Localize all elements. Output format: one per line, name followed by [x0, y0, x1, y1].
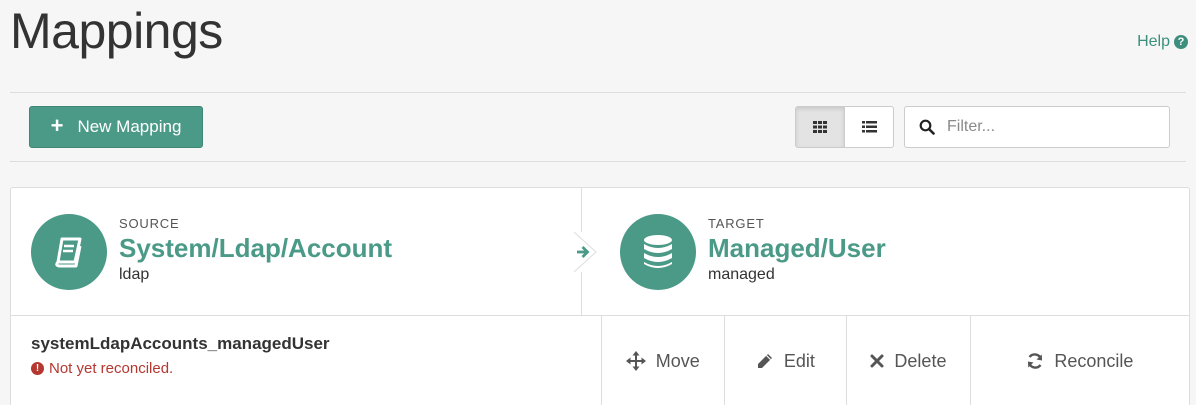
- plus-icon: +: [50, 113, 64, 138]
- move-button[interactable]: Move: [601, 316, 724, 405]
- pencil-icon: [757, 354, 772, 368]
- filter-box: [904, 106, 1170, 148]
- target-icon-circle: [620, 214, 696, 290]
- book-icon: [55, 237, 82, 268]
- new-mapping-label: New Mapping: [77, 117, 182, 136]
- arrows-icon: [625, 351, 646, 371]
- target-label: TARGET: [708, 216, 765, 231]
- edit-label: Edit: [783, 350, 815, 371]
- new-mapping-button[interactable]: + New Mapping: [29, 106, 203, 148]
- reconcile-button[interactable]: Reconcile: [969, 316, 1189, 405]
- mapping-card: SOURCE System/Ldap/Account ldap TARGET M…: [10, 187, 1190, 405]
- target-connector: managed: [708, 266, 775, 283]
- times-icon: [870, 354, 884, 368]
- search-icon: [919, 119, 935, 135]
- move-label: Move: [655, 350, 700, 371]
- divider-top: [10, 92, 1186, 93]
- reconcile-label: Reconcile: [1054, 350, 1134, 371]
- source-pane[interactable]: SOURCE System/Ldap/Account ldap: [11, 188, 582, 316]
- target-pane[interactable]: TARGET Managed/User managed: [582, 188, 1189, 316]
- mapping-info: systemLdapAccounts_managedUser ! Not yet…: [31, 334, 330, 377]
- exclamation-circle-icon: !: [31, 362, 44, 375]
- grid-icon: [813, 121, 827, 133]
- list-icon: [861, 121, 877, 133]
- help-link[interactable]: Help ?: [1137, 33, 1188, 51]
- list-view-button[interactable]: [845, 107, 893, 147]
- mapping-status-text: Not yet reconciled.: [49, 360, 174, 377]
- grid-view-button[interactable]: [796, 107, 845, 147]
- view-toggle-group: [795, 106, 894, 148]
- delete-button[interactable]: Delete: [846, 316, 970, 405]
- edit-button[interactable]: Edit: [723, 316, 847, 405]
- divider-mid: [10, 161, 1186, 162]
- refresh-icon: [1028, 353, 1043, 369]
- source-icon-circle: [31, 214, 107, 290]
- mapping-name: systemLdapAccounts_managedUser: [31, 334, 330, 353]
- database-icon: [644, 235, 672, 268]
- filter-input[interactable]: [947, 118, 1147, 136]
- question-circle-icon: ?: [1174, 35, 1188, 49]
- help-label: Help: [1137, 33, 1170, 50]
- target-name: Managed/User: [708, 233, 886, 263]
- source-connector: ldap: [119, 266, 150, 283]
- mapping-footer: systemLdapAccounts_managedUser ! Not yet…: [11, 316, 1189, 405]
- mapping-actions: Move Edit Delete Reconcile: [601, 316, 1189, 405]
- mapping-status: ! Not yet reconciled.: [31, 360, 330, 377]
- page-title: Mappings: [10, 3, 223, 59]
- mapping-endpoints: SOURCE System/Ldap/Account ldap TARGET M…: [11, 188, 1189, 316]
- source-label: SOURCE: [119, 216, 180, 231]
- delete-label: Delete: [894, 350, 947, 371]
- source-name: System/Ldap/Account: [119, 233, 393, 263]
